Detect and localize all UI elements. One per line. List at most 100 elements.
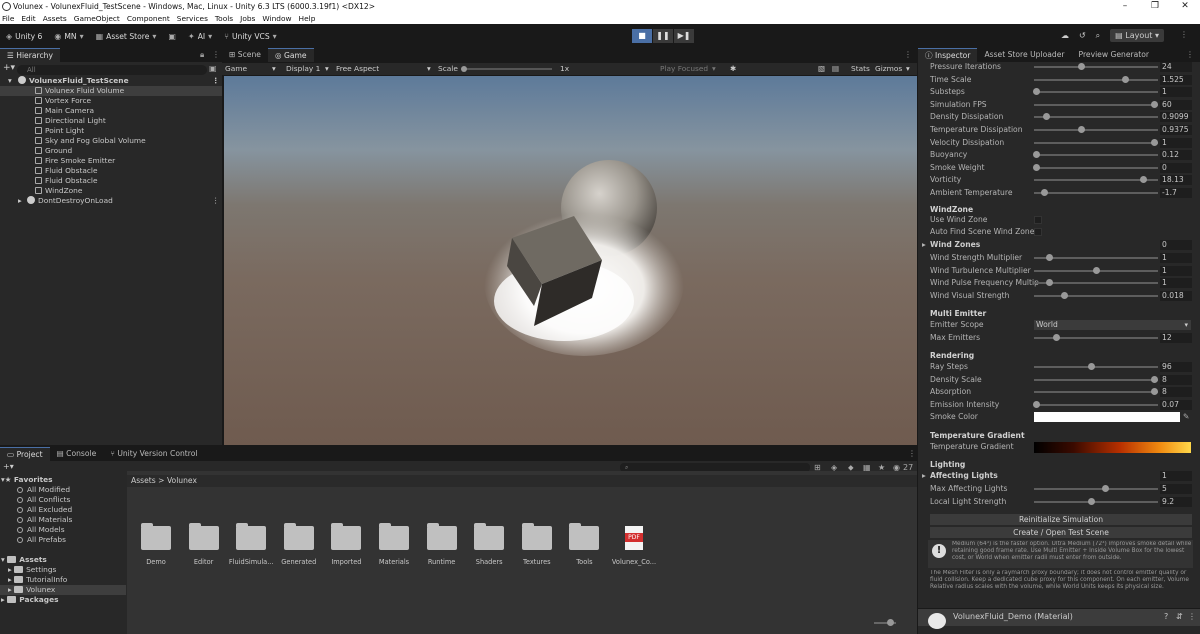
material-header[interactable]: VolunexFluid_Demo (Material)? ⇵ ⋮ [918, 608, 1200, 629]
favorite-item[interactable]: All Prefabs [17, 535, 66, 545]
bug-icon[interactable]: ✱ [730, 63, 736, 75]
slider-knob[interactable] [1040, 189, 1048, 196]
folder-item[interactable]: Runtime [417, 523, 467, 566]
slider-knob[interactable] [1033, 88, 1041, 96]
slider-knob[interactable] [1060, 291, 1068, 299]
field-value[interactable]: 24 [1160, 62, 1192, 72]
field-value[interactable]: 9.2 [1160, 496, 1192, 507]
field-value[interactable]: 1.525 [1160, 74, 1192, 85]
package-icon-button[interactable]: ▣ [162, 28, 182, 44]
mute-icon[interactable]: ▧ [818, 63, 825, 75]
scene-row[interactable]: ▾ VolunexFluid_TestScene ⋮ [0, 76, 222, 86]
menu-tools[interactable]: Tools [215, 13, 233, 24]
row-menu-icon[interactable]: ⋮ [212, 196, 219, 206]
field-value[interactable]: 0.12 [1160, 150, 1192, 161]
scale-slider-knob[interactable] [461, 66, 467, 72]
search-icon[interactable]: ⌕ [1096, 31, 1100, 41]
field-slider[interactable] [1034, 388, 1159, 396]
gizmos-button[interactable]: Gizmos [875, 63, 902, 75]
slider-knob[interactable] [1045, 254, 1053, 261]
field-slider[interactable] [1034, 375, 1159, 383]
slider-knob[interactable] [1151, 100, 1159, 108]
create-test-scene-button[interactable]: Create / Open Test Scene [930, 527, 1192, 538]
tab-preview-generator[interactable]: Preview Generator [1072, 48, 1157, 62]
pause-button[interactable]: ❚❚ [653, 29, 673, 43]
tree-settings[interactable]: ▸ Settings [8, 565, 56, 575]
project-menu-icon[interactable]: ⋮ [908, 449, 916, 458]
inspector-menu-icon[interactable]: ⋮ [1186, 50, 1194, 59]
field-value[interactable]: 12 [1160, 333, 1192, 343]
field-value[interactable]: 5 [1160, 484, 1192, 494]
favorite-item[interactable]: All Materials [17, 515, 72, 525]
slider-knob[interactable] [1033, 163, 1041, 171]
packages-header[interactable]: ▸ Packages [1, 595, 59, 605]
slider-knob[interactable] [1101, 485, 1109, 492]
tab-console[interactable]: ▤ Console [50, 447, 104, 461]
slider-knob[interactable] [1088, 363, 1096, 370]
folder-item[interactable]: Imported [321, 523, 371, 566]
tab-game[interactable]: ◎ Game [267, 48, 314, 62]
minimize-icon[interactable]: – [1110, 0, 1140, 13]
favorite-item[interactable]: All Conflicts [17, 495, 70, 505]
field-value[interactable]: 8 [1160, 374, 1192, 385]
slider-knob[interactable] [1140, 176, 1148, 184]
eyedropper-icon[interactable]: ✎ [1183, 411, 1189, 423]
field-slider[interactable] [1034, 138, 1159, 146]
scene-menu-icon[interactable]: ⋮ [212, 76, 219, 86]
slider-knob[interactable] [1151, 138, 1159, 146]
field-value[interactable]: 1 [1160, 278, 1192, 289]
temperature-gradient-swatch[interactable] [1034, 442, 1191, 453]
field-slider[interactable] [1034, 75, 1158, 83]
hierarchy-item[interactable]: Fluid Obstacle [0, 166, 222, 176]
field-slider[interactable] [1034, 189, 1158, 196]
close-icon[interactable]: ✕ [1170, 0, 1200, 13]
material-settings-icon[interactable]: ⇵ [1176, 612, 1183, 621]
tab-scene[interactable]: ⊞ Scene [222, 48, 268, 62]
layout-dropdown[interactable]: ▤ Layout ▾ [1110, 29, 1164, 42]
stats-button[interactable]: Stats [851, 63, 870, 75]
use-wind-zone-checkbox[interactable] [1034, 216, 1042, 224]
history-icon[interactable]: ↺ [1079, 31, 1086, 40]
tree-tutorialinfo[interactable]: ▸ TutorialInfo [8, 575, 67, 585]
tab-inspector[interactable]: ⓘ Inspector [918, 48, 978, 62]
menu-component[interactable]: Component [127, 13, 170, 24]
unity-version-button[interactable]: ◈ Unity 6 [0, 28, 48, 44]
favorite-item[interactable]: All Modified [17, 485, 70, 495]
field-value[interactable]: 0.9375 [1160, 125, 1192, 135]
reinitialize-simulation-button[interactable]: Reinitialize Simulation [930, 514, 1192, 525]
slider-knob[interactable] [1045, 279, 1053, 287]
maximize-icon[interactable]: ❐ [1140, 0, 1170, 13]
hierarchy-item[interactable]: Directional Light [0, 116, 222, 126]
hierarchy-item[interactable]: Sky and Fog Global Volume [0, 136, 222, 146]
emitter-scope-dropdown[interactable]: World [1034, 320, 1191, 330]
wind-zones-row[interactable]: ▸ Wind Zones 0 [918, 239, 1200, 251]
field-value[interactable]: 1 [1160, 87, 1192, 98]
menu-gameobject[interactable]: GameObject [74, 13, 120, 24]
field-value[interactable]: 0.07 [1160, 399, 1192, 410]
scale-slider[interactable] [462, 68, 552, 70]
cloud-icon[interactable]: ☁ [1061, 31, 1069, 40]
folder-item[interactable]: Tools [559, 523, 609, 566]
slider-knob[interactable] [1033, 151, 1041, 159]
favorite-item[interactable]: All Models [17, 525, 65, 535]
ai-button[interactable]: ✦ AI ▾ [182, 28, 218, 44]
hierarchy-item[interactable]: Point Light [0, 126, 222, 136]
breadcrumb-assets[interactable]: Assets [131, 476, 156, 485]
create-button[interactable]: +▾ [3, 63, 15, 73]
menu-window[interactable]: Window [262, 13, 291, 24]
game-menu-icon[interactable]: ⋮ [904, 50, 912, 59]
hierarchy-item[interactable]: Main Camera [0, 106, 222, 116]
field-slider[interactable] [1033, 151, 1158, 159]
tab-project[interactable]: ▭ Project [0, 447, 50, 461]
aspect-dropdown[interactable]: Free Aspect [336, 63, 379, 75]
hierarchy-item[interactable]: Fire Smoke Emitter [0, 156, 222, 166]
menu-services[interactable]: Services [177, 13, 208, 24]
slider-knob[interactable] [1088, 497, 1096, 505]
field-value[interactable]: 0.9099 [1160, 112, 1192, 123]
hierarchy-item[interactable]: Fluid Obstacle [0, 176, 222, 186]
folder-item[interactable]: Shaders [464, 523, 514, 566]
hierarchy-search-input[interactable]: All [17, 65, 207, 75]
folder-item[interactable]: Materials [369, 523, 419, 566]
field-slider[interactable] [1034, 291, 1158, 299]
stats-icon[interactable]: ▤ [832, 63, 839, 75]
